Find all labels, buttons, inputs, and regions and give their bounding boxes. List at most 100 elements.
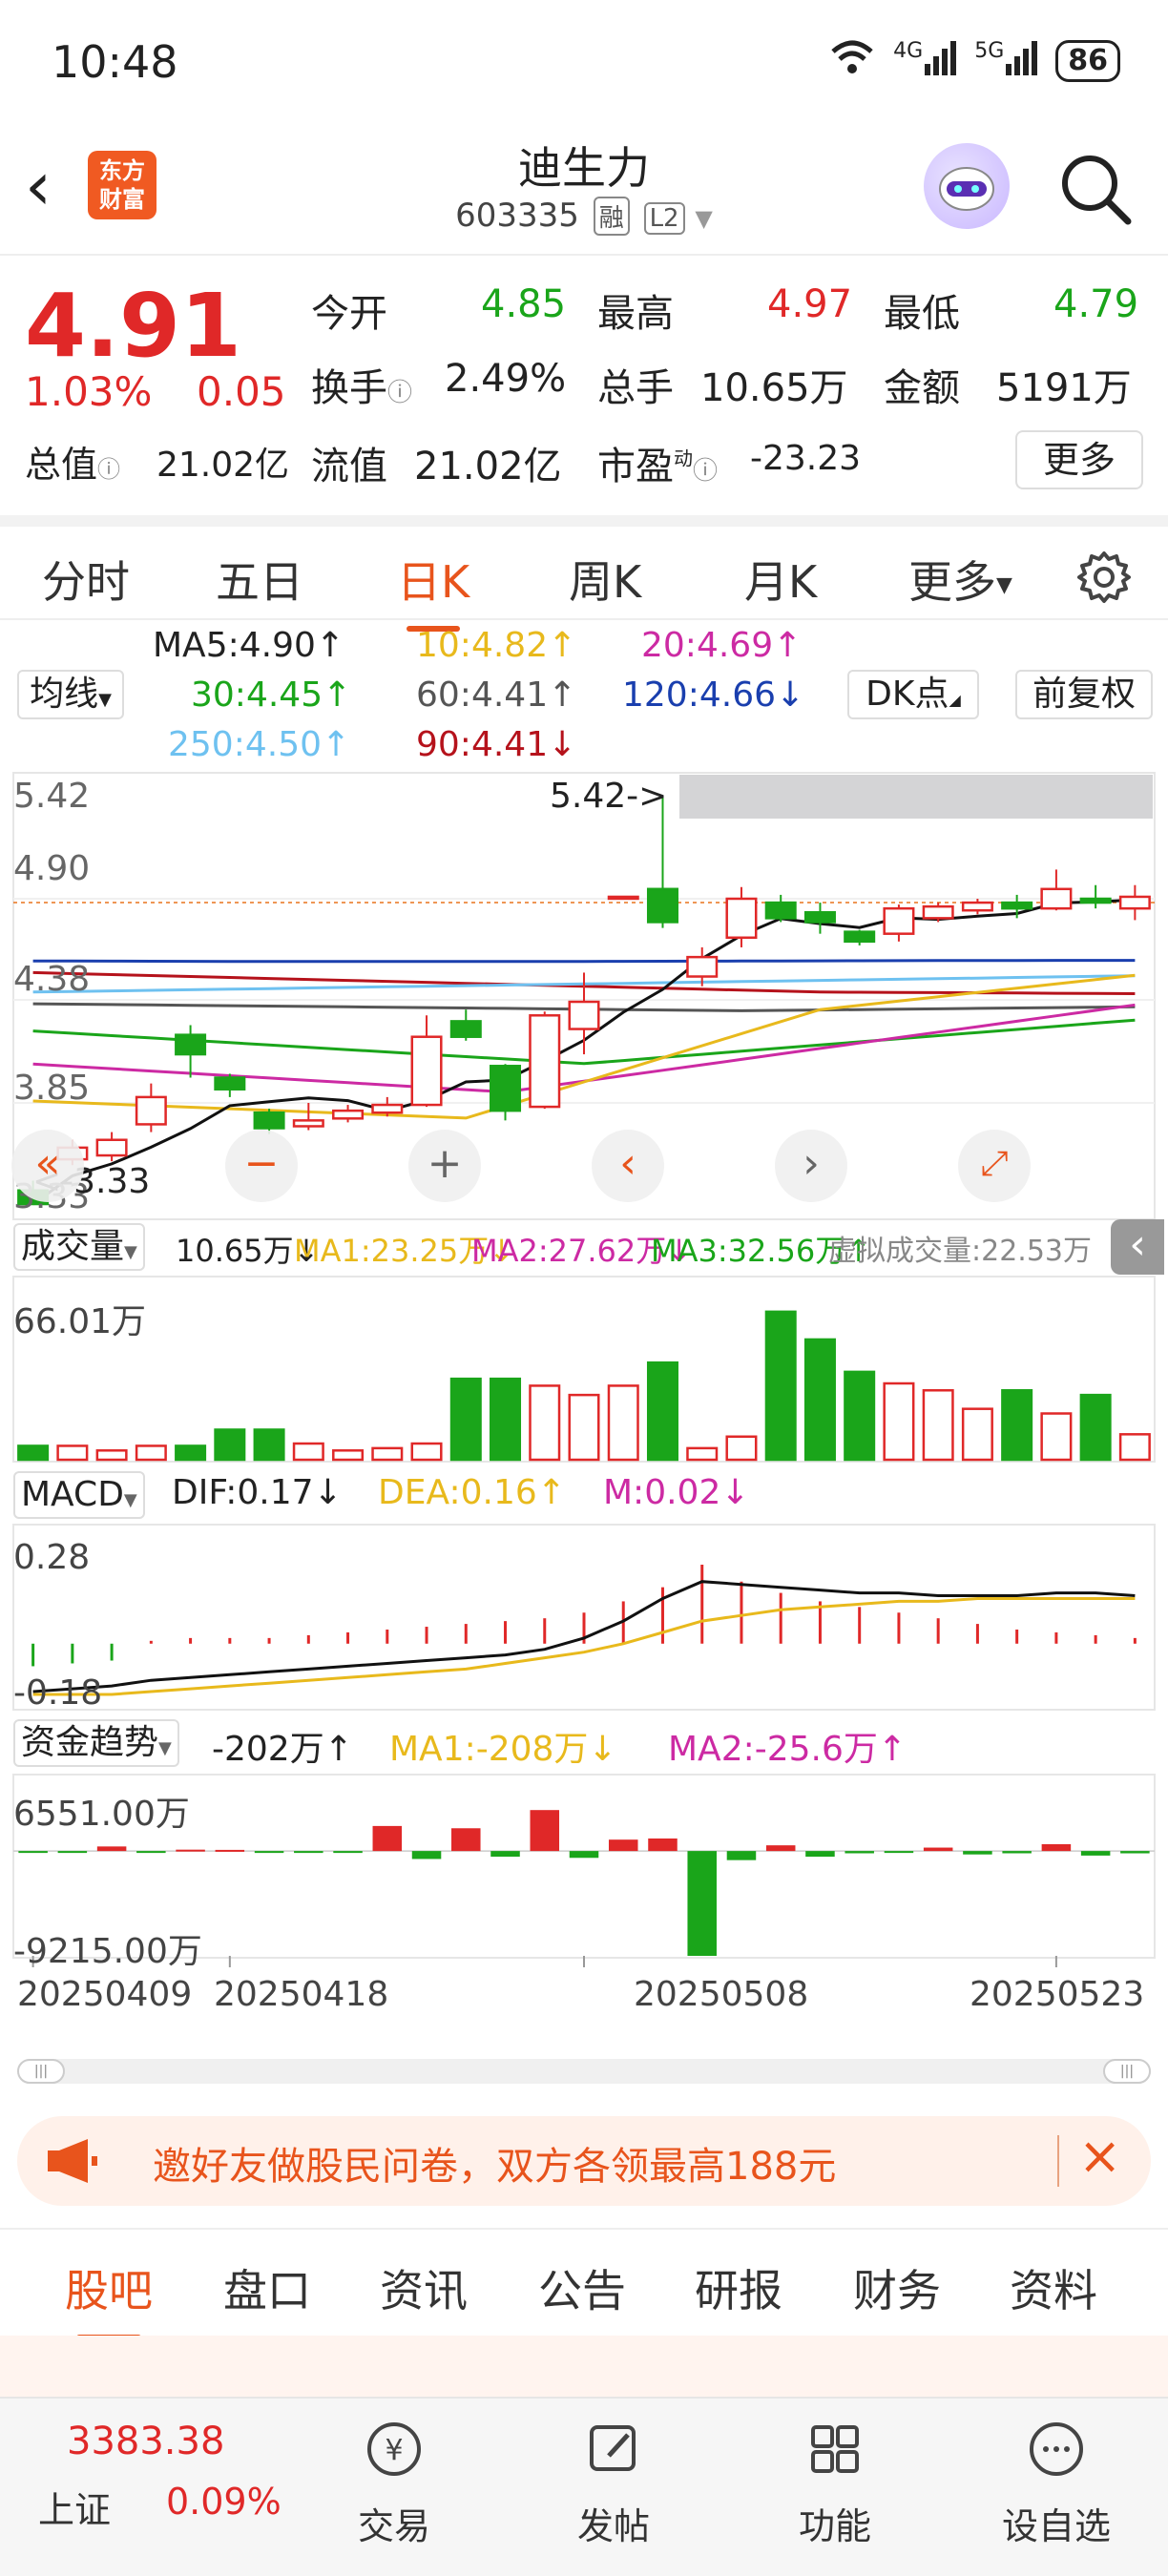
zoom-out-icon[interactable]: − <box>225 1130 298 1202</box>
fund-bar <box>215 1849 245 1852</box>
volume-bar <box>410 1442 443 1462</box>
fund-value: -202万↑ <box>212 1730 353 1769</box>
fund-bar <box>1041 1843 1072 1852</box>
index-name[interactable]: 上证 <box>38 2481 111 2533</box>
kline-y490: 4.90 <box>13 849 91 888</box>
tab-forum[interactable]: 股吧 <box>65 2256 153 2340</box>
fund-bar <box>805 1851 835 1858</box>
fund-bar <box>687 1851 717 1956</box>
volume-bar <box>646 1361 678 1462</box>
fund-bar <box>451 1828 481 1852</box>
date-label: 20250508 <box>634 1975 809 2014</box>
macd-dea: DEA:0.16↑ <box>378 1473 566 1512</box>
volume-bar <box>214 1428 246 1462</box>
fund-bar <box>136 1851 166 1854</box>
volume-bar <box>1001 1389 1033 1462</box>
tab-announcements[interactable]: 公告 <box>538 2256 626 2319</box>
more-dots-icon <box>985 2416 1128 2497</box>
candle <box>292 1119 324 1128</box>
volume-bar <box>803 1338 836 1462</box>
fund-bar <box>254 1851 284 1854</box>
candle <box>253 1111 285 1130</box>
fund-bar <box>490 1851 520 1858</box>
fund-ymin: -9215.00万 <box>13 1932 202 1971</box>
fund-bar <box>372 1825 403 1852</box>
candle <box>568 1000 600 1030</box>
fund-bar <box>18 1851 48 1854</box>
function-button[interactable]: 功能 <box>763 2416 907 2549</box>
date-label: 20250418 <box>214 1975 389 2014</box>
fund-bar <box>608 1839 638 1852</box>
volume-selector[interactable]: 成交量▼ <box>13 1223 145 1271</box>
close-icon[interactable]: × <box>1078 2126 1121 2186</box>
macd-dif: DIF:0.17↓ <box>172 1473 343 1512</box>
volume-bar <box>95 1449 128 1462</box>
fund-bar <box>963 1851 992 1855</box>
scroll-handle-right[interactable]: ||| <box>1103 2059 1151 2084</box>
volume-ymax: 66.01万 <box>13 1302 147 1341</box>
svg-text:¥: ¥ <box>385 2434 403 2467</box>
edit-icon <box>542 2416 685 2497</box>
yen-exchange-icon: ¥ <box>323 2416 466 2497</box>
collapse-panel-icon[interactable]: ‹ <box>1111 1219 1164 1275</box>
volume-bar <box>56 1444 89 1462</box>
candle <box>686 955 719 978</box>
candle <box>371 1103 404 1114</box>
tab-profile[interactable]: 资料 <box>1010 2256 1097 2319</box>
tab-news[interactable]: 资讯 <box>380 2256 468 2319</box>
volume-bar <box>529 1384 561 1462</box>
next-icon[interactable]: › <box>775 1130 847 1202</box>
rewind-icon[interactable]: « <box>11 1130 84 1202</box>
add-watchlist-button[interactable]: 设自选 <box>985 2416 1128 2549</box>
fund-selector[interactable]: 资金趋势▼ <box>13 1719 179 1767</box>
candle <box>529 1014 561 1109</box>
volume-bar <box>568 1393 600 1462</box>
macd-m: M:0.02↓ <box>603 1473 750 1512</box>
date-label: 20250409 <box>17 1975 193 2014</box>
candle <box>332 1109 365 1120</box>
volume-bar <box>292 1442 324 1462</box>
fund-bar <box>1120 1851 1150 1854</box>
promo-banner[interactable]: 邀好友做股民问卷，双方各领最高188元 × <box>17 2116 1151 2206</box>
macd-ymax: 0.28 <box>13 1538 91 1577</box>
candle <box>410 1035 443 1107</box>
candle <box>607 895 639 901</box>
candle <box>95 1138 128 1157</box>
bottom-toolbar: 3383.38 上证 0.09% ¥ 交易 发帖 功能 设自选 <box>0 2397 1168 2576</box>
volume-bar <box>764 1310 797 1462</box>
trade-button[interactable]: ¥ 交易 <box>323 2416 466 2549</box>
forum-preview-strip[interactable] <box>0 2336 1168 2397</box>
stock-chart[interactable] <box>0 0 1168 2099</box>
zoom-in-icon[interactable]: + <box>408 1130 481 1202</box>
candle <box>883 906 915 935</box>
macd-selector[interactable]: MACD▼ <box>13 1471 145 1519</box>
fund-bar <box>333 1851 363 1854</box>
volume-bar <box>490 1377 522 1462</box>
post-button[interactable]: 发帖 <box>542 2416 685 2549</box>
tab-financials[interactable]: 财务 <box>853 2256 941 2319</box>
volume-bar <box>607 1384 639 1462</box>
candle <box>646 887 678 924</box>
candle <box>1001 901 1033 910</box>
fund-bar <box>884 1851 914 1854</box>
tab-research[interactable]: 研报 <box>695 2256 782 2319</box>
tab-orderbook[interactable]: 盘口 <box>223 2256 311 2319</box>
volume-bar <box>332 1449 365 1462</box>
candle <box>922 904 954 920</box>
index-pct[interactable]: 0.09% <box>166 2481 282 2523</box>
scroll-handle-left[interactable]: ||| <box>17 2059 65 2084</box>
kline-y385: 3.85 <box>13 1069 91 1108</box>
index-value[interactable]: 3383.38 <box>67 2420 224 2463</box>
fund-bar <box>96 1846 127 1852</box>
volume-bar <box>844 1370 876 1462</box>
chart-scrollbar[interactable]: ||| ||| <box>17 2059 1151 2084</box>
high-marker: 5.42-> <box>550 777 668 816</box>
virtual-volume: 虚拟成交量:22.53万 <box>828 1235 1092 1268</box>
fund-bar <box>648 1838 678 1852</box>
fund-bar <box>176 1849 205 1852</box>
fund-bar <box>569 1851 599 1859</box>
volume-bar <box>449 1377 482 1462</box>
fullscreen-icon[interactable]: ⤢ <box>958 1130 1031 1202</box>
volume-bar <box>371 1446 404 1462</box>
prev-icon[interactable]: ‹ <box>592 1130 664 1202</box>
